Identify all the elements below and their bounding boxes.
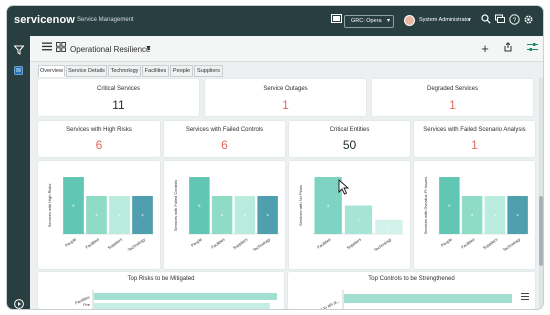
left-rail [7,36,30,309]
service-outages-card[interactable]: Service Outages 1 [205,79,366,116]
chart-card-no-plans[interactable]: Services with No Plans 4 Facilities 2 Suppli… [289,161,410,269]
card-title: Degraded Services [426,86,479,92]
cursor-icon [338,179,350,195]
y-axis-title: Services with Failed Controls [173,180,178,232]
critical-entities-card[interactable]: Critical Entities 50 [289,121,410,157]
chat-icon[interactable] [493,14,507,28]
bar-chart: Services with Failed Controls 6People4Fac… [173,177,279,253]
x-tick-label: Technology [127,237,146,253]
degraded-services-card[interactable]: Degraded Services 1 [372,79,533,116]
bar [94,303,270,309]
bar-chart: Services with Overdue PI Issues 6People4F… [423,177,529,253]
high-risks-card[interactable]: Services with High Risks 6 [38,121,160,157]
workspace-header: Operational Resilience ▼ + [30,36,543,62]
x-tick-label: Technology [252,237,271,253]
x-tick-label: Suppliers [232,237,249,251]
scrollbar-thumb[interactable] [539,196,543,266]
x-tick-label: People [190,236,204,248]
scope-label: GRC: Opera [351,18,382,24]
card-value: 1 [471,138,478,152]
card-title: Critical Services [96,86,140,92]
user-menu[interactable]: System Administrator [419,17,471,23]
x-tick-label: Suppliers [107,237,124,251]
scope-selector[interactable]: GRC: Opera ▾ [344,15,394,28]
gear-icon[interactable] [521,14,535,28]
workspace-icon[interactable] [12,66,25,79]
bar-chart: Services with High Risks 6People4Faciliti… [47,177,154,253]
critical-services-card[interactable]: Critical Services 11 [38,79,199,116]
y-axis-title: Services with High Risks [47,184,52,228]
top-bar: servicenow Service Management GRC: Opera… [7,6,543,36]
menu-icon[interactable] [40,42,54,56]
card-title: Service Outages [263,86,308,92]
card-value: 1 [282,98,289,112]
help-icon[interactable]: ? [507,14,521,28]
add-icon[interactable]: + [478,42,492,56]
y-axis-title: Services with No Plans [298,185,303,226]
tab-service-details[interactable]: Service Details [66,65,107,77]
x-tick-label: People [440,236,454,248]
top-risks-panel[interactable]: Top Risks to be Mitigated Facilities Fir… [38,272,284,309]
chart-card-high-risks[interactable]: Services with High Risks 6 People 4 Faciliti… [38,161,160,269]
bar-chart: Services with No Plans 4Facilities2Suppli… [298,177,404,253]
card-value: 11 [112,98,125,112]
play-icon[interactable] [12,299,25,309]
x-tick-label: Technology [502,237,521,253]
failed-controls-card[interactable]: Services with Failed Controls 6 [164,121,285,157]
tab-overview[interactable]: Overview [38,65,65,77]
tab-facilities[interactable]: Facilities [142,65,169,77]
grid-icon[interactable] [54,42,68,56]
chart-card-failed-controls[interactable]: Services with Failed Controls 6 People 4 Fac… [164,161,285,269]
card-value: 50 [342,138,357,152]
search-icon[interactable] [479,14,493,28]
x-tick-label: Facilities [210,237,226,250]
row-label: Fire [83,302,91,307]
share-icon[interactable] [501,42,515,56]
caret-down-icon[interactable]: ▼ [145,45,152,52]
x-tick-label: Facilities [316,237,332,250]
x-tick-label: Facilities [460,237,476,250]
bar [344,294,512,303]
bar [94,293,277,300]
x-tick-label: Suppliers [346,237,363,251]
app-window: servicenow Service Management GRC: Opera… [7,6,543,309]
avatar[interactable] [404,15,415,26]
card-title: Services with Failed Scenario Analysis [423,127,526,133]
scrollbar[interactable] [539,78,543,309]
top-controls-panel[interactable]: Top Controls to be Strengthened Access t… [288,272,535,309]
chevron-down-icon: ▾ [468,17,471,23]
tab-people[interactable]: People [170,65,193,77]
chart-card-overdue-issues[interactable]: Services with Overdue PI Issues 6 People 4 F… [414,161,535,269]
x-tick-label: Technology [373,237,392,253]
failed-scenario-card[interactable]: Services with Failed Scenario Analysis 1 [414,121,535,157]
x-tick-label: Facilities [84,237,100,250]
card-title: Services with High Risks [66,127,132,133]
y-axis-title: Services with Overdue PI Issues [423,177,428,235]
top-controls-chart: Access to ath di... [310,290,512,309]
x-tick-label: People [64,236,78,248]
svg-text:?: ? [512,17,516,24]
card-title: Services with Failed Controls [185,127,264,133]
sliders-icon[interactable] [525,42,539,56]
card-value: 6 [95,138,103,152]
app-subtitle: Service Management [77,17,134,23]
card-title: Critical Entities [329,127,370,133]
chevron-down-icon: ▾ [386,18,390,24]
servicenow-logo[interactable]: servicenow [14,14,75,26]
row-label: Access to ath di... [310,298,341,309]
x-tick-label: Suppliers [482,237,499,251]
card-value: 1 [449,98,456,112]
filter-icon[interactable] [12,45,25,58]
screen-icon[interactable] [329,14,343,28]
card-value: 6 [221,138,228,152]
workspace-title[interactable]: Operational Resilience [70,45,151,54]
tab-bar: Overview Service Details Technology Faci… [30,63,543,78]
tab-suppliers[interactable]: Suppliers [194,65,223,77]
tab-technology[interactable]: Technology [108,65,141,77]
top-risks-chart: Facilities Fire [74,290,277,309]
